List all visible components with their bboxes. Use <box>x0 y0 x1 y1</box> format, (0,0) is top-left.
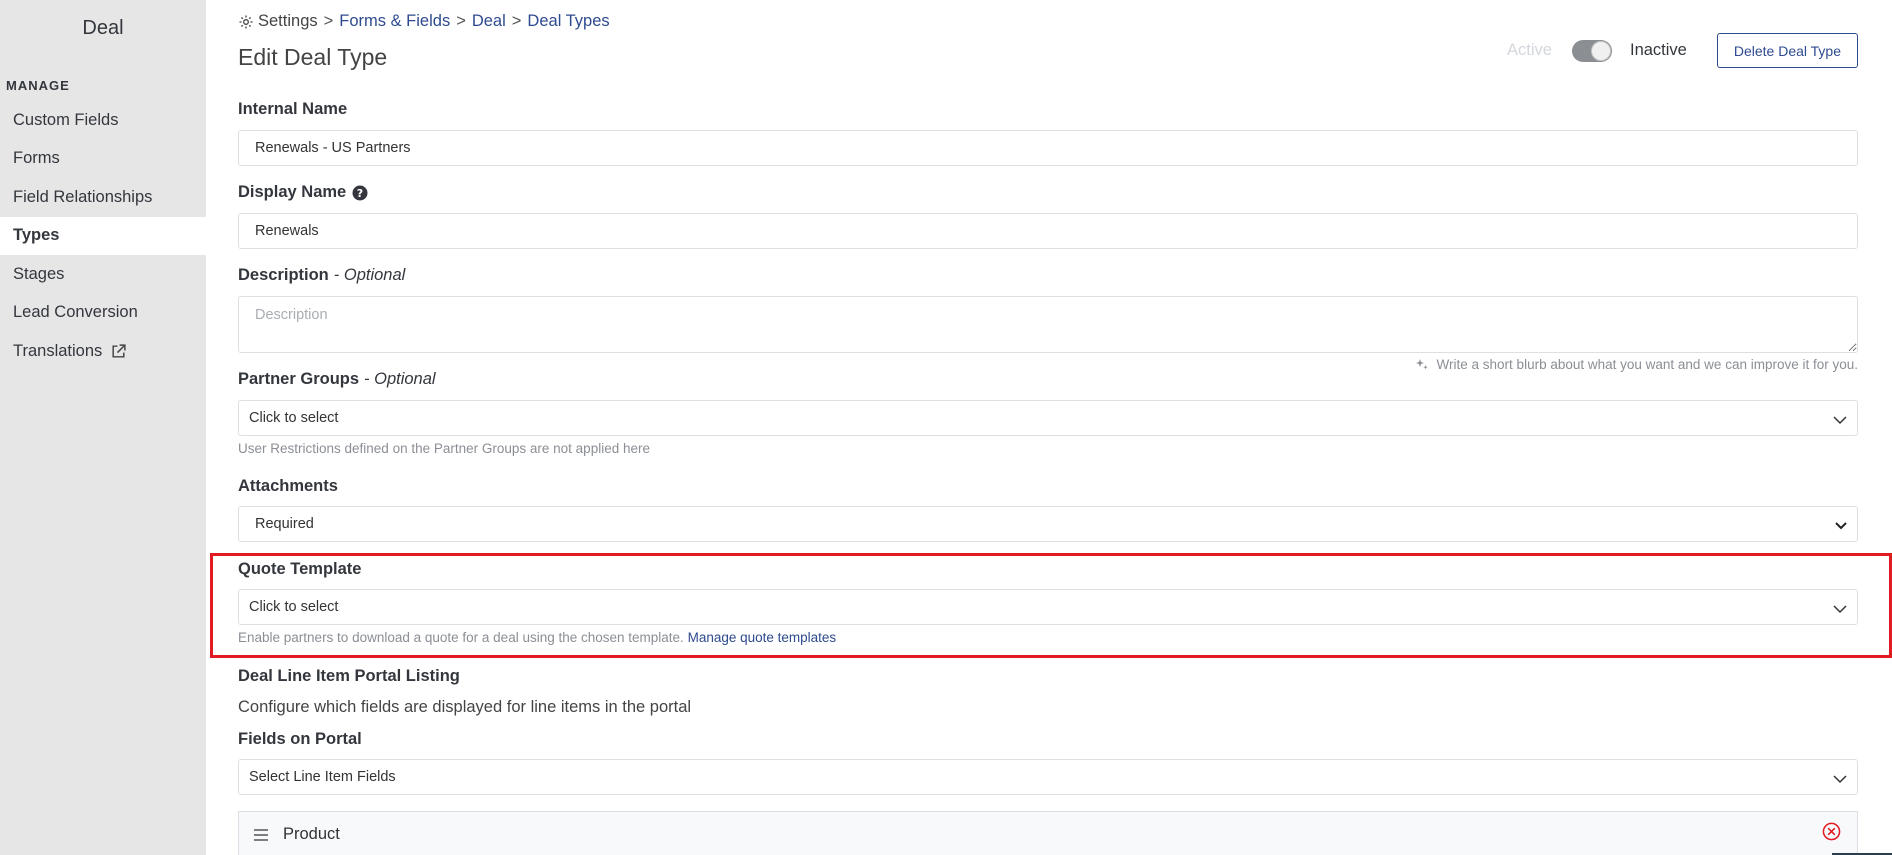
select-value: Click to select <box>249 410 339 426</box>
chevron-down-icon <box>1835 522 1847 530</box>
line-item-section-title: Deal Line Item Portal Listing <box>238 667 460 686</box>
line-item-row: Product <box>238 811 1858 855</box>
quote-template-select[interactable]: Click to select <box>238 589 1858 625</box>
sidebar-item-custom-fields[interactable]: Custom Fields <box>0 101 206 140</box>
page-title: Edit Deal Type <box>238 44 388 70</box>
manage-quote-templates-link[interactable]: Manage quote templates <box>688 630 837 645</box>
description-wrapper <box>238 296 1858 353</box>
description-textarea[interactable] <box>238 296 1858 353</box>
select-value: Required <box>255 516 314 532</box>
partner-groups-select[interactable]: Click to select <box>238 400 1858 436</box>
active-toggle[interactable] <box>1571 39 1612 62</box>
sidebar-section-manage: MANAGE <box>6 78 70 93</box>
sidebar-title: Deal <box>82 17 124 39</box>
breadcrumb-separator: > <box>323 12 334 30</box>
toggle-knob <box>1590 40 1611 61</box>
internal-name-input[interactable] <box>238 130 1858 166</box>
partner-groups-label: Partner Groups - Optional <box>238 370 436 389</box>
sidebar-item-types[interactable]: Types <box>0 216 206 255</box>
chevron-down-icon <box>1833 604 1847 614</box>
main-content: Settings > Forms & Fields > Deal > Deal … <box>238 0 1858 855</box>
sidebar: Deal MANAGE Custom Fields Forms Field Re… <box>0 0 206 855</box>
label-text: Internal Name <box>238 100 348 118</box>
breadcrumb: Settings > Forms & Fields > Deal > Deal … <box>238 12 610 31</box>
gear-icon <box>238 14 254 30</box>
chevron-down-icon <box>1833 774 1847 784</box>
sidebar-item-field-relationships[interactable]: Field Relationships <box>0 178 206 217</box>
breadcrumb-deal[interactable]: Deal <box>472 12 506 31</box>
label-text: Description <box>238 266 329 284</box>
delete-deal-type-button[interactable]: Delete Deal Type <box>1716 33 1858 68</box>
quote-template-helper: Enable partners to download a quote for … <box>238 630 836 645</box>
breadcrumb-separator: > <box>511 12 522 30</box>
breadcrumb-forms-fields[interactable]: Forms & Fields <box>339 12 450 31</box>
breadcrumb-deal-types[interactable]: Deal Types <box>527 12 609 31</box>
line-item-fields-select[interactable]: Select Line Item Fields <box>238 759 1858 795</box>
label-text: Partner Groups <box>238 370 360 388</box>
remove-circle-icon[interactable] <box>1822 822 1841 841</box>
sidebar-item-label: Translations <box>13 341 103 360</box>
sidebar-item-label: Custom Fields <box>13 110 119 129</box>
display-name-input[interactable] <box>238 213 1858 249</box>
label-text: Deal Line Item Portal Listing <box>238 667 460 685</box>
svg-text:?: ? <box>357 187 363 200</box>
label-text: Attachments <box>238 477 338 495</box>
chevron-down-icon <box>1833 415 1847 425</box>
drag-handle-icon[interactable] <box>253 828 269 841</box>
status-active-label: Active <box>1507 41 1552 59</box>
sidebar-item-label: Field Relationships <box>13 187 153 206</box>
fields-on-portal-label: Fields on Portal <box>238 730 362 749</box>
internal-name-label: Internal Name <box>238 100 347 119</box>
sidebar-item-label: Lead Conversion <box>13 303 138 322</box>
label-text: Quote Template <box>238 560 362 578</box>
select-value: Click to select <box>249 599 339 615</box>
optional-tag: - Optional <box>333 266 406 284</box>
breadcrumb-settings: Settings <box>258 12 318 30</box>
description-label: Description - Optional <box>238 266 405 285</box>
attachments-label: Attachments <box>238 477 338 496</box>
helper-text: Enable partners to download a quote for … <box>238 630 684 645</box>
sidebar-item-label: Stages <box>13 264 65 283</box>
help-icon[interactable]: ? <box>352 185 368 201</box>
line-item-label: Product <box>283 825 340 843</box>
breadcrumb-separator: > <box>456 12 466 30</box>
optional-tag: - Optional <box>364 370 436 388</box>
sparkle-icon <box>1415 358 1429 372</box>
attachments-select[interactable]: Required <box>238 506 1858 542</box>
ai-hint[interactable]: Write a short blurb about what you want … <box>1415 357 1858 372</box>
select-value: Select Line Item Fields <box>249 769 396 785</box>
sidebar-item-lead-conversion[interactable]: Lead Conversion <box>0 294 206 333</box>
partner-groups-helper: User Restrictions defined on the Partner… <box>238 441 650 456</box>
display-name-label: Display Name ? <box>238 183 368 202</box>
line-item-section-desc: Configure which fields are displayed for… <box>238 698 692 716</box>
sidebar-item-label: Types <box>13 226 60 245</box>
label-text: Display Name <box>238 183 347 201</box>
quote-template-label: Quote Template <box>238 560 361 579</box>
header-actions: Active Inactive Delete Deal Type <box>1507 33 1858 68</box>
sidebar-item-stages[interactable]: Stages <box>0 255 206 294</box>
status-inactive-label: Inactive <box>1629 41 1687 59</box>
sidebar-item-label: Forms <box>13 149 60 168</box>
label-text: Fields on Portal <box>238 730 362 748</box>
sidebar-item-forms[interactable]: Forms <box>0 140 206 179</box>
hint-text: Write a short blurb about what you want … <box>1436 357 1858 372</box>
sidebar-item-translations[interactable]: Translations <box>0 332 206 371</box>
external-link-icon <box>110 343 127 360</box>
